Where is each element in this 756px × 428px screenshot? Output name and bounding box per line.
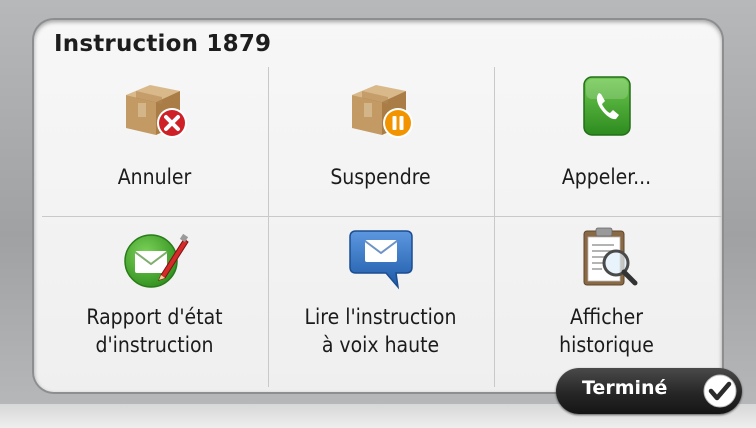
call-button[interactable]: Appeler... bbox=[494, 67, 719, 215]
instruction-dialog: Instruction 1879 Annuler Suspendre Appel… bbox=[34, 20, 722, 392]
suspend-button[interactable]: Suspendre bbox=[268, 67, 493, 215]
done-label: Terminé bbox=[582, 377, 668, 399]
dialog-title: Instruction 1879 bbox=[54, 31, 272, 57]
phone-icon bbox=[583, 76, 631, 136]
status-report-label-line1: Rapport d'état bbox=[86, 305, 223, 329]
history-label-line2: historique bbox=[559, 333, 654, 357]
history-label: Afficher historique bbox=[494, 303, 719, 359]
read-aloud-label-line2: à voix haute bbox=[321, 333, 440, 357]
action-grid: Annuler Suspendre Appeler... Rapport d'é… bbox=[42, 67, 722, 387]
clipboard-magnifier-icon bbox=[583, 227, 638, 286]
status-report-label: Rapport d'état d'instruction bbox=[42, 303, 267, 359]
read-aloud-label-line1: Lire l'instruction bbox=[304, 305, 457, 329]
package-cancel-icon bbox=[126, 85, 187, 138]
status-report-button[interactable]: Rapport d'état d'instruction bbox=[42, 217, 267, 365]
checkmark-icon bbox=[703, 374, 737, 408]
done-button[interactable]: Terminé bbox=[556, 368, 742, 414]
cancel-label: Annuler bbox=[117, 165, 192, 189]
suspend-label: Suspendre bbox=[330, 165, 431, 189]
history-button[interactable]: Afficher historique bbox=[494, 217, 719, 365]
envelope-edit-icon bbox=[124, 233, 189, 288]
cancel-button[interactable]: Annuler bbox=[42, 67, 267, 215]
call-label: Appeler... bbox=[561, 165, 652, 189]
message-bubble-icon bbox=[349, 230, 413, 290]
read-aloud-label: Lire l'instruction à voix haute bbox=[268, 303, 493, 359]
history-label-line1: Afficher bbox=[570, 305, 643, 329]
read-aloud-button[interactable]: Lire l'instruction à voix haute bbox=[268, 217, 493, 365]
status-report-label-line2: d'instruction bbox=[95, 333, 214, 357]
package-pause-icon bbox=[352, 85, 413, 138]
